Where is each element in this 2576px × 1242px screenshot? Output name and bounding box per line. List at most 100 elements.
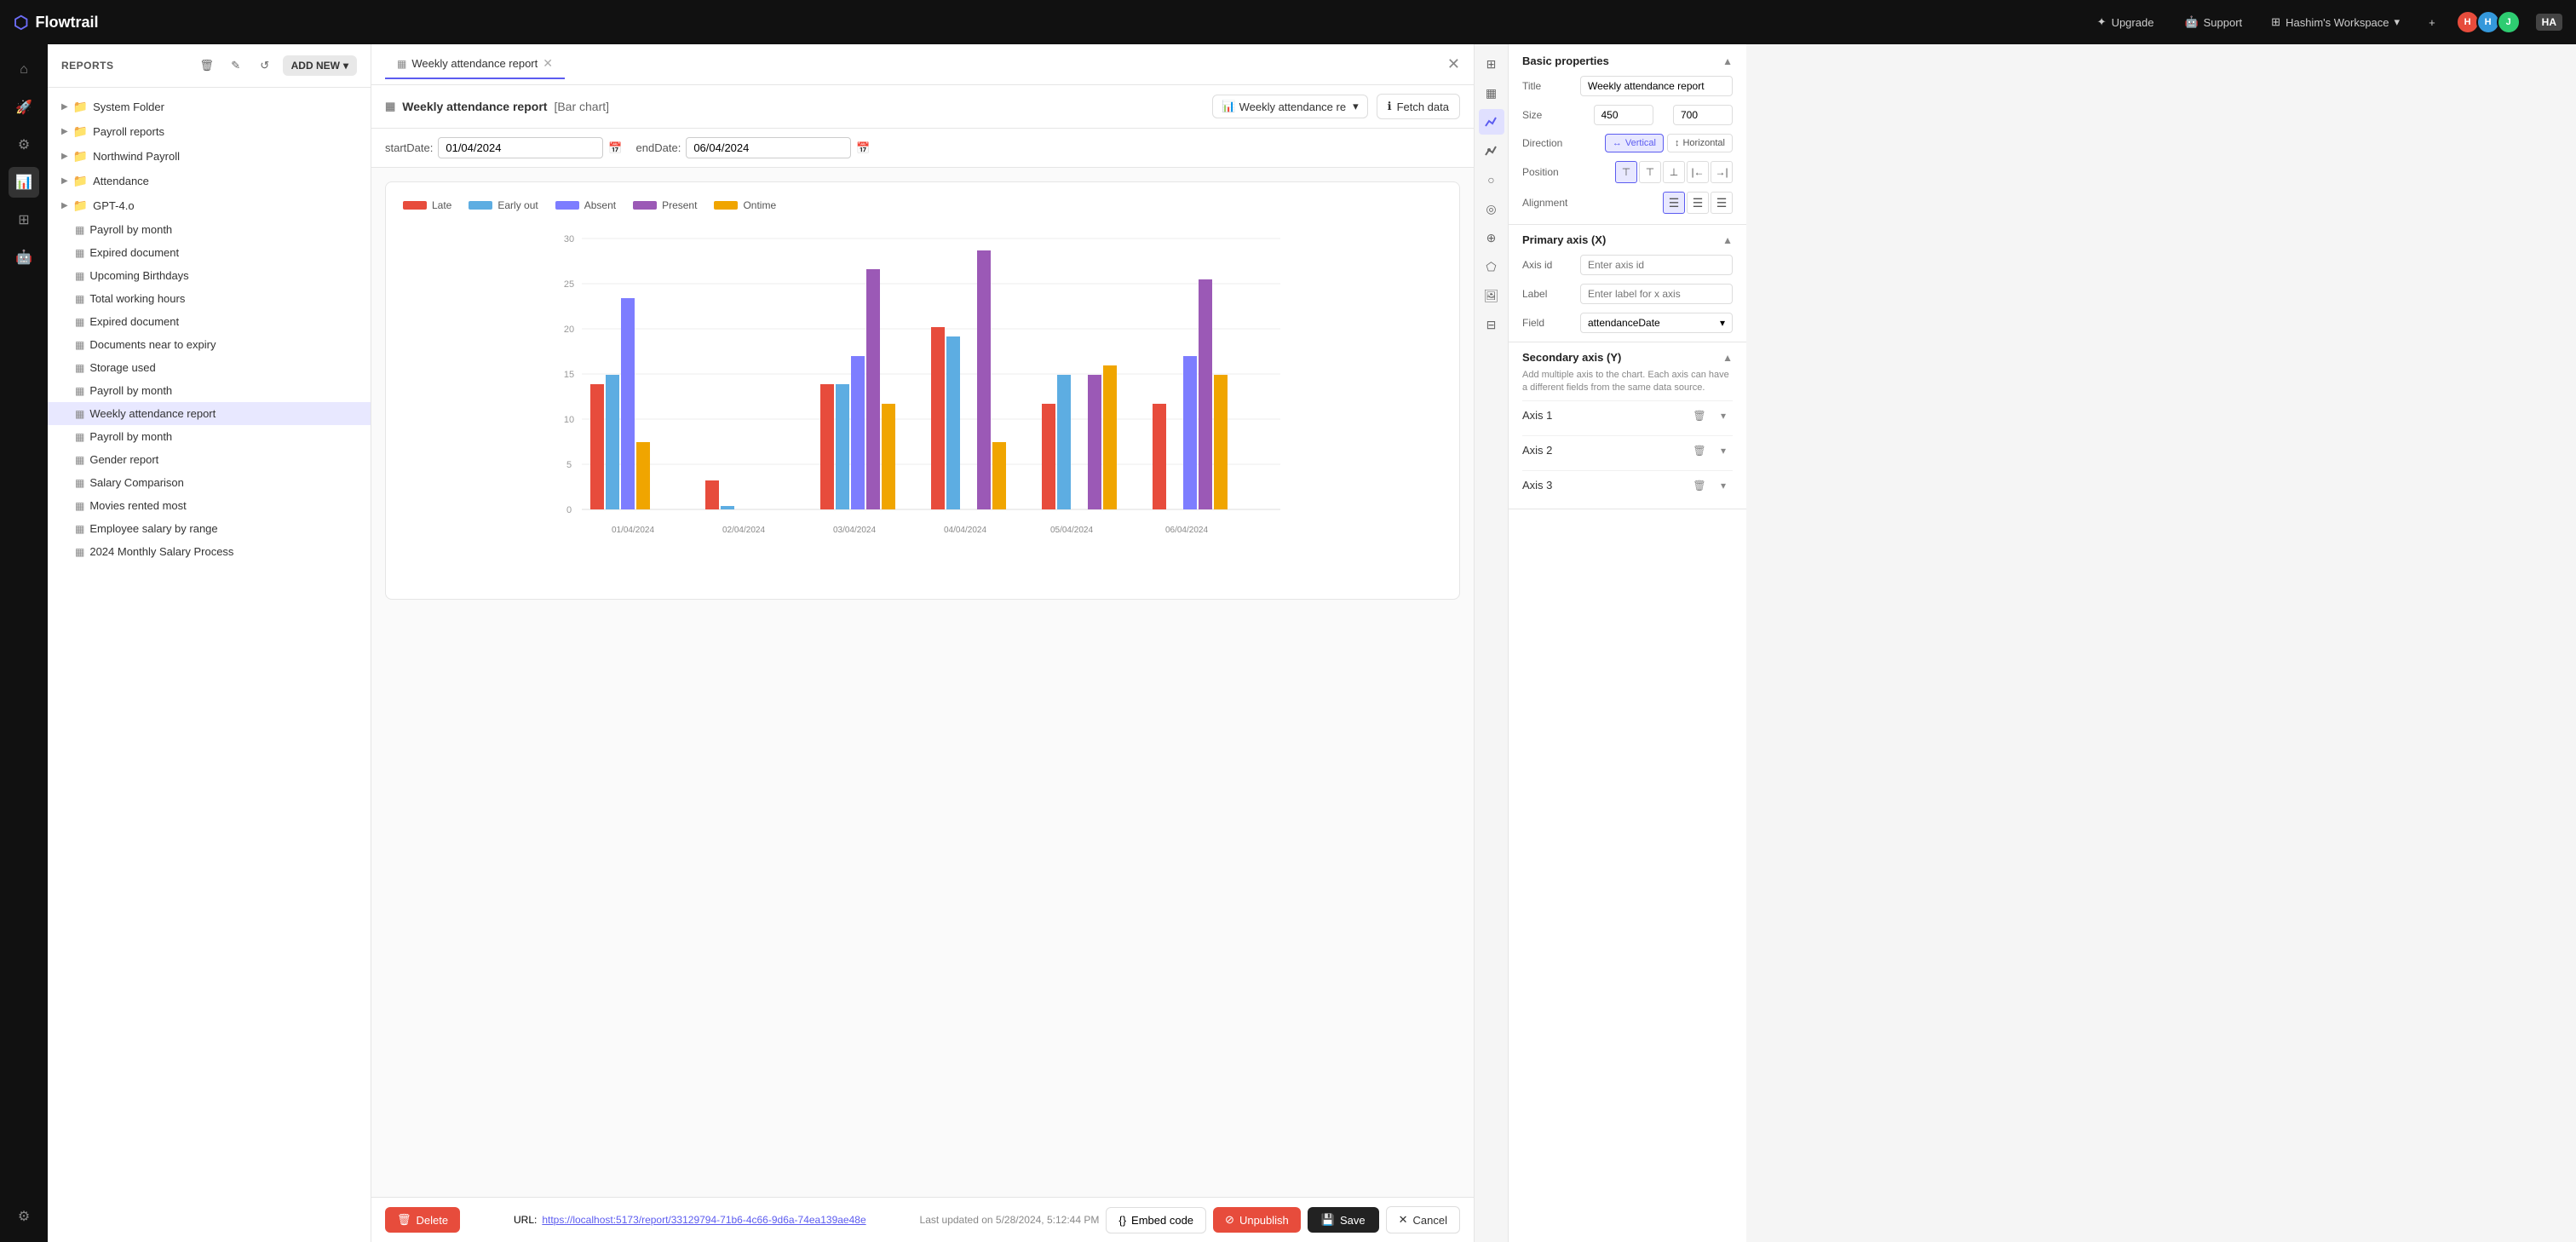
add-workspace-button[interactable]: + <box>2418 11 2446 34</box>
folder-system[interactable]: ▶ 📁 System Folder <box>48 95 371 119</box>
list-item[interactable]: ▦ Movies rented most <box>48 494 371 517</box>
secondary-axis-section: Secondary axis (Y) ▲ Add multiple axis t… <box>1509 342 1746 509</box>
rp-globe-icon[interactable]: ⊕ <box>1479 225 1504 250</box>
embed-icon: {} <box>1118 1214 1126 1227</box>
vertical-direction-button[interactable]: ↔ Vertical <box>1605 134 1664 152</box>
axis-3-delete-button[interactable]: 🗑 <box>1690 476 1709 495</box>
url-link[interactable]: https://localhost:5173/report/33129794-7… <box>542 1214 865 1226</box>
list-item[interactable]: ▦ Expired document <box>48 310 371 333</box>
nav-gear-icon[interactable]: ⚙ <box>9 1201 39 1232</box>
rp-table-icon[interactable]: ⊞ <box>1479 51 1504 77</box>
pos-top-left-button[interactable]: ⊤ <box>1615 161 1637 183</box>
list-item[interactable]: ▦ Employee salary by range <box>48 517 371 540</box>
axis-2-delete-button[interactable]: 🗑 <box>1690 441 1709 460</box>
save-button[interactable]: 💾 Save <box>1308 1207 1379 1233</box>
title-input[interactable] <box>1580 76 1733 96</box>
folder-attendance[interactable]: ▶ 📁 Attendance <box>48 169 371 193</box>
nav-rocket-icon[interactable]: 🚀 <box>9 92 39 123</box>
nav-table-icon[interactable]: ⊞ <box>9 204 39 235</box>
embed-code-button[interactable]: {} Embed code <box>1106 1207 1206 1233</box>
basic-properties-section: Basic properties ▲ Title Size Direction <box>1509 44 1746 225</box>
pos-middle-button[interactable]: |← <box>1687 161 1709 183</box>
rp-barchart-icon[interactable]: ▦ <box>1479 80 1504 106</box>
report-chart-icon: ▦ <box>385 100 395 113</box>
rp-pentagon-icon[interactable]: ⬠ <box>1479 254 1504 279</box>
nav-robot-icon[interactable]: 🤖 <box>9 242 39 273</box>
delete-panel-button[interactable]: 🗑 <box>196 55 218 77</box>
pos-bottom-button[interactable]: →| <box>1711 161 1733 183</box>
axis-3-chevron-button[interactable]: ▾ <box>1714 476 1733 495</box>
align-right-button[interactable]: ☰ <box>1711 192 1733 214</box>
delete-button[interactable]: 🗑 Delete <box>385 1207 460 1233</box>
rp-linechart-icon[interactable] <box>1479 109 1504 135</box>
pos-top-right-button[interactable]: ⊥ <box>1663 161 1685 183</box>
rp-linechart2-icon[interactable] <box>1479 138 1504 164</box>
nav-chart-icon[interactable]: 📊 <box>9 167 39 198</box>
tab-report-icon: ▦ <box>397 58 406 70</box>
list-item[interactable]: ▦ Expired document <box>48 241 371 264</box>
svg-text:0: 0 <box>566 505 572 515</box>
primary-axis-header[interactable]: Primary axis (X) ▲ <box>1522 233 1733 246</box>
report-title-bar: ▦ Weekly attendance report [Bar chart] <box>385 100 609 113</box>
basic-properties-header[interactable]: Basic properties ▲ <box>1522 55 1733 67</box>
list-item[interactable]: ▦ Total working hours <box>48 287 371 310</box>
list-item-weekly-attendance[interactable]: ▦ Weekly attendance report <box>48 402 371 425</box>
rp-circle-icon[interactable]: ○ <box>1479 167 1504 193</box>
cancel-button[interactable]: ✕ Cancel <box>1386 1206 1460 1233</box>
svg-text:04/04/2024: 04/04/2024 <box>944 526 986 535</box>
size-width-input[interactable] <box>1594 105 1653 125</box>
legend-late: Late <box>403 199 451 211</box>
list-item[interactable]: ▦ Upcoming Birthdays <box>48 264 371 287</box>
list-item[interactable]: ▦ Salary Comparison <box>48 471 371 494</box>
add-new-button[interactable]: ADD NEW ▾ <box>283 55 357 76</box>
axis-field-label: Field <box>1522 317 1573 329</box>
rp-grid-icon[interactable]: ⊟ <box>1479 312 1504 337</box>
report-icon: ▦ <box>75 431 84 443</box>
vertical-icon: ↔ <box>1613 138 1622 148</box>
folder-northwind[interactable]: ▶ 📁 Northwind Payroll <box>48 144 371 169</box>
tab-weekly-attendance[interactable]: ▦ Weekly attendance report ✕ <box>385 49 565 79</box>
align-left-button[interactable]: ☰ <box>1663 192 1685 214</box>
secondary-axis-header[interactable]: Secondary axis (Y) ▲ <box>1522 351 1733 364</box>
rp-gauge-icon[interactable]: ◎ <box>1479 196 1504 221</box>
horizontal-icon: ↕ <box>1675 138 1680 148</box>
upgrade-button[interactable]: ✦ Upgrade <box>2087 10 2165 34</box>
pos-top-center-button[interactable]: ⊤ <box>1639 161 1661 183</box>
refresh-panel-button[interactable]: ↺ <box>254 55 276 77</box>
nav-settings-cog-icon[interactable]: ⚙ <box>9 129 39 160</box>
edit-panel-button[interactable]: ✎ <box>225 55 247 77</box>
list-item[interactable]: ▦ Payroll by month <box>48 218 371 241</box>
nav-home-icon[interactable]: ⌂ <box>9 55 39 85</box>
list-item[interactable]: ▦ Payroll by month <box>48 379 371 402</box>
reports-label: REPORTS <box>61 60 189 72</box>
tab-close-icon[interactable]: ✕ <box>543 56 553 71</box>
axis-1-chevron-button[interactable]: ▾ <box>1714 406 1733 425</box>
rp-image-icon[interactable]: 🖼 <box>1479 283 1504 308</box>
upgrade-icon: ✦ <box>2097 15 2107 29</box>
axis-label-input[interactable] <box>1580 284 1733 304</box>
list-item[interactable]: ▦ Gender report <box>48 448 371 471</box>
horizontal-direction-button[interactable]: ↕ Horizontal <box>1667 134 1733 152</box>
folder-gpt4[interactable]: ▶ 📁 GPT-4.o <box>48 193 371 218</box>
align-center-button[interactable]: ☰ <box>1687 192 1709 214</box>
list-item[interactable]: ▦ Documents near to expiry <box>48 333 371 356</box>
icon-sidebar: ⌂ 🚀 ⚙ 📊 ⊞ 🤖 ⚙ <box>0 44 48 1242</box>
size-height-input[interactable] <box>1673 105 1733 125</box>
list-item[interactable]: ▦ 2024 Monthly Salary Process <box>48 540 371 563</box>
support-button[interactable]: 🤖 Support <box>2174 10 2252 34</box>
axis-1-delete-button[interactable]: 🗑 <box>1690 406 1709 425</box>
axis-id-input[interactable] <box>1580 255 1733 275</box>
folder-payroll-reports[interactable]: ▶ 📁 Payroll reports <box>48 119 371 144</box>
svg-text:5: 5 <box>566 460 572 470</box>
field-select[interactable]: attendanceDate ▾ <box>1580 313 1733 333</box>
list-item[interactable]: ▦ Payroll by month <box>48 425 371 448</box>
axis-2-chevron-button[interactable]: ▾ <box>1714 441 1733 460</box>
fetch-data-button[interactable]: ℹ Fetch data <box>1377 94 1460 119</box>
close-panel-icon[interactable]: ✕ <box>1447 55 1460 73</box>
workspace-button[interactable]: ⊞ Hashim's Workspace ▾ <box>2263 10 2408 34</box>
unpublish-button[interactable]: ⊘ Unpublish <box>1213 1207 1301 1233</box>
start-date-input[interactable] <box>438 137 603 158</box>
list-item[interactable]: ▦ Storage used <box>48 356 371 379</box>
datasource-select[interactable]: 📊 Weekly attendance re ▾ <box>1212 95 1367 118</box>
end-date-input[interactable] <box>686 137 851 158</box>
